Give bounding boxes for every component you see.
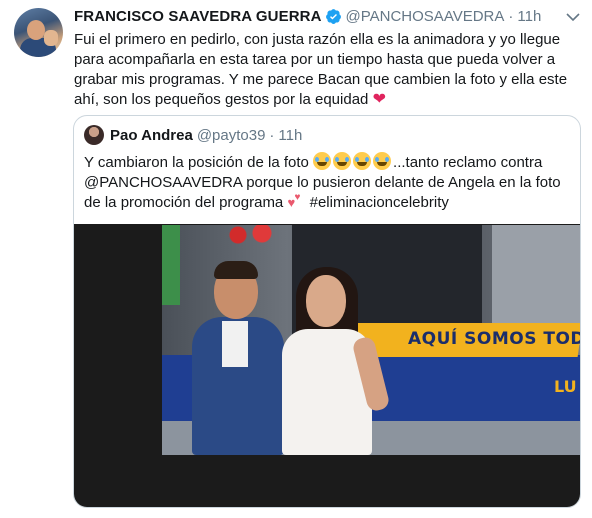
quoted-text-suffix: ...tanto reclamo contra (393, 154, 543, 171)
tweet-text-line: ahí, son los pequeños gestos por la equi… (74, 90, 574, 110)
quoted-author-name[interactable]: Pao Andrea (110, 127, 193, 144)
separator-dot: · (269, 126, 275, 144)
author-handle[interactable]: @PANCHOSAAVEDRA (346, 8, 505, 25)
verified-badge-icon (325, 9, 341, 24)
quoted-tweet-timestamp[interactable]: 11h (278, 127, 302, 144)
quoted-text-prefix: de la promoción del programa (84, 194, 284, 211)
two-hearts-emoji-icon: ♥ ♥ (287, 192, 301, 210)
laughing-emoji-icon (353, 152, 372, 170)
laughing-emoji-icon (313, 152, 332, 170)
tweet-text-line-content: ahí, son los pequeños gestos por la equi… (74, 91, 369, 108)
separator-dot: · (508, 8, 514, 25)
tweet-text-line: para acompañarla en esta tarea por un ti… (74, 51, 556, 68)
quoted-tweet-text: Y cambiaron la posición de la foto ...ta… (84, 152, 574, 213)
quoted-text-line: Y cambiaron la posición de la foto ...ta… (84, 152, 574, 173)
quoted-text-prefix: Y cambiaron la posición de la foto (84, 154, 309, 171)
tweet-text: Fui el primero en pedirlo, con justa raz… (74, 30, 574, 110)
quoted-tweet-card[interactable]: Pao Andrea @payto39 · 11h Y cambiaron la… (73, 115, 581, 508)
quoted-text-line: @PANCHOSAAVEDRA porque lo pusieron delan… (84, 174, 561, 191)
photo-corner-text: LU (554, 377, 577, 396)
author-avatar[interactable] (14, 8, 63, 57)
author-name[interactable]: FRANCISCO SAAVEDRA GUERRA (74, 8, 322, 25)
laughing-emoji-icon (333, 152, 352, 170)
quoted-tweet-header: Pao Andrea @payto39 · 11h (84, 125, 302, 145)
tweet[interactable]: FRANCISCO SAAVEDRA GUERRA @PANCHOSAAVEDR… (0, 0, 592, 518)
chevron-down-icon[interactable] (566, 12, 580, 22)
laughing-emoji-icon (373, 152, 392, 170)
tweet-text-line: Fui el primero en pedirlo, con justa raz… (74, 31, 561, 48)
quoted-tweet-photo[interactable]: AQUÍ SOMOS TODOS LU (74, 224, 580, 507)
tweet-header: FRANCISCO SAAVEDRA GUERRA @PANCHOSAAVEDR… (74, 8, 541, 25)
tweet-text-line: grabar mis programas. Y me parece Bacan … (74, 71, 568, 88)
hashtag-link[interactable]: #eliminacioncelebrity (310, 194, 449, 211)
tweet-timestamp[interactable]: 11h (517, 8, 541, 25)
quoted-text-line: de la promoción del programa ♥ ♥ #elimina… (84, 192, 574, 213)
quoted-author-handle[interactable]: @payto39 (197, 127, 266, 144)
quoted-author-avatar[interactable] (84, 125, 104, 145)
heart-emoji-icon: ❤ (372, 91, 386, 108)
tv-screen-photo: AQUÍ SOMOS TODOS LU (162, 225, 580, 455)
photo-tagline-text: AQUÍ SOMOS TODOS (408, 329, 580, 349)
